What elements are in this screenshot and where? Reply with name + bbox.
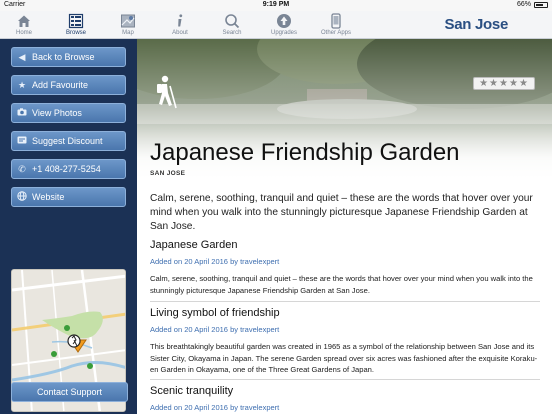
search-icon: [225, 14, 240, 29]
article-heading: Japanese Garden: [150, 239, 238, 251]
article: Scenic tranquility Added on 20 April 201…: [150, 385, 540, 412]
place-intro: Calm, serene, soothing, tranquil and qui…: [150, 193, 533, 232]
website-button[interactable]: Website: [11, 187, 126, 207]
article-body: This breathtakingly beautiful garden was…: [150, 342, 538, 374]
tab-map[interactable]: Map: [106, 11, 150, 39]
call-phone-button[interactable]: ✆ +1 408-277-5254: [11, 159, 126, 179]
home-icon: [18, 15, 30, 27]
info-icon: [178, 14, 183, 27]
tab-about-label: About: [172, 30, 188, 36]
article-heading: Scenic tranquility: [150, 385, 234, 397]
tab-home-label: Home: [15, 30, 32, 36]
back-to-browse-button[interactable]: ◀ Back to Browse: [11, 47, 126, 67]
article-heading: Living symbol of friendship: [150, 307, 280, 319]
place-title: Japanese Friendship Garden: [150, 139, 460, 166]
detail-panel: ★★★★★ Japanese Friendship Garden SAN JOS…: [137, 39, 552, 414]
tag-icon: [12, 136, 32, 146]
battery-percent: 66%: [516, 1, 531, 8]
map-icon: [121, 14, 135, 28]
tab-upgrades-label: Upgrades: [270, 30, 297, 36]
clock: 9:19 PM: [262, 1, 290, 8]
tab-other-apps-label: Other Apps: [320, 30, 352, 36]
tab-search-label: Search: [222, 30, 242, 36]
website-label: Website: [32, 192, 65, 202]
city-brand-title: San Jose: [444, 16, 509, 33]
suggest-discount-label: Suggest Discount: [32, 136, 103, 146]
article-meta[interactable]: Added on 20 April 2016 by travelexpert: [150, 403, 540, 412]
globe-icon: [12, 191, 32, 203]
article: Living symbol of friendship Added on 20 …: [150, 307, 540, 376]
star-rating[interactable]: ★★★★★: [473, 77, 535, 90]
phone-call-icon: ✆: [18, 163, 26, 174]
tab-browse[interactable]: Browse: [54, 11, 98, 39]
star-icon: ★: [17, 79, 27, 90]
divider: [150, 379, 540, 380]
add-favourite-label: Add Favourite: [32, 80, 89, 90]
phone-icon: [331, 13, 341, 29]
hiking-icon: [151, 75, 181, 109]
view-photos-label: View Photos: [32, 108, 82, 118]
battery-indicator: 66%: [517, 1, 548, 8]
add-favourite-button[interactable]: ★ Add Favourite: [11, 75, 126, 95]
article-meta[interactable]: Added on 20 April 2016 by travelexpert: [150, 325, 540, 334]
back-to-browse-label: Back to Browse: [32, 52, 95, 62]
sidebar: ◀ Back to Browse ★ Add Favourite View Ph…: [0, 39, 137, 414]
phone-number-label: +1 408-277-5254: [32, 164, 101, 174]
arrow-left-icon: ◀: [18, 51, 26, 62]
article-meta[interactable]: Added on 20 April 2016 by travelexpert: [150, 257, 540, 266]
tab-home[interactable]: Home: [2, 11, 46, 39]
tab-about[interactable]: About: [158, 11, 202, 39]
tab-other-apps[interactable]: Other Apps: [314, 11, 358, 39]
article-body: Calm, serene, soothing, tranquil and qui…: [150, 274, 533, 295]
status-bar: Carrier 9:19 PM 66%: [0, 0, 552, 11]
browse-grid-icon: [68, 13, 84, 29]
tab-search[interactable]: Search: [210, 11, 254, 39]
contact-support-button[interactable]: Contact Support: [11, 382, 128, 402]
place-city: SAN JOSE: [150, 170, 186, 177]
divider: [150, 301, 540, 302]
suggest-discount-button[interactable]: Suggest Discount: [11, 131, 126, 151]
article: Japanese Garden Added on 20 April 2016 b…: [150, 239, 540, 296]
battery-icon: [534, 1, 548, 8]
tab-browse-label: Browse: [65, 30, 86, 36]
upgrade-icon: [277, 14, 291, 28]
tab-map-label: Map: [122, 30, 134, 36]
view-photos-button[interactable]: View Photos: [11, 103, 126, 123]
camera-icon: [12, 108, 32, 118]
tab-upgrades[interactable]: Upgrades: [262, 11, 306, 39]
top-navigation-bar: Home Browse Map About Search Upgrades Ot…: [0, 11, 552, 39]
